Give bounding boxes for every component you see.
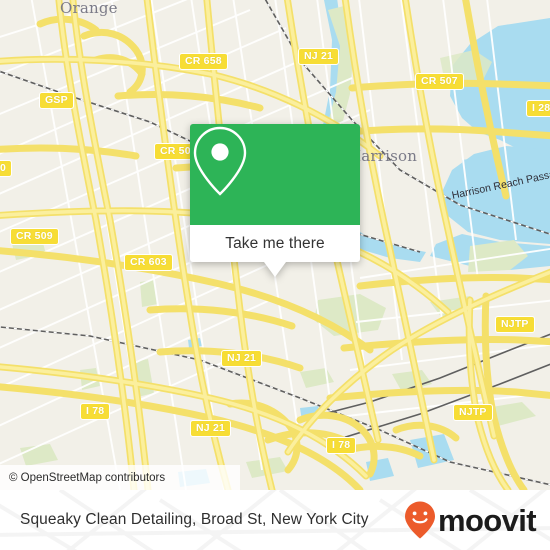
shield-cr-658[interactable]: CR 658: [179, 53, 228, 70]
shield-njtp-b[interactable]: NJTP: [453, 404, 493, 421]
moovit-wordmark: moovit: [437, 502, 537, 538]
footer-content: Squeaky Clean Detailing, Broad St, New Y…: [0, 490, 550, 550]
moovit-logo[interactable]: moovit: [403, 500, 537, 540]
shield-nj-21-c[interactable]: NJ 21: [190, 420, 232, 437]
shield-gsp[interactable]: GSP: [39, 92, 74, 109]
shield-cr-507[interactable]: CR 507: [415, 73, 464, 90]
location-popup[interactable]: Take me there: [190, 124, 360, 277]
moovit-map-screenshot: Orange Harrison Harrison Reach Passaic R…: [0, 0, 550, 550]
shield-nj-21-b[interactable]: NJ 21: [221, 350, 263, 367]
footer-bar: Squeaky Clean Detailing, Broad St, New Y…: [0, 490, 550, 550]
shield-cr-509[interactable]: CR 509: [10, 228, 59, 245]
shield-i-78-a[interactable]: I 78: [80, 403, 111, 420]
shield-nj-21-a[interactable]: NJ 21: [298, 48, 340, 65]
take-me-there-button[interactable]: Take me there: [190, 225, 360, 262]
popup-header: [190, 124, 360, 225]
map-canvas[interactable]: Orange Harrison Harrison Reach Passaic R…: [0, 0, 550, 490]
map-pin-icon: [193, 126, 247, 196]
shield-i-280[interactable]: I 28: [526, 100, 550, 117]
shield-njtp-a[interactable]: NJTP: [495, 316, 535, 333]
shield-cr-603[interactable]: CR 603: [124, 254, 173, 271]
place-title: Squeaky Clean Detailing, Broad St, New Y…: [20, 511, 369, 528]
shield-edge-west[interactable]: 0: [0, 160, 13, 177]
map-attribution[interactable]: © OpenStreetMap contributors: [0, 465, 240, 490]
shield-i-78-b[interactable]: I 78: [326, 437, 357, 454]
popup-tail: [264, 262, 286, 277]
moovit-smiley-pin-icon: [404, 501, 435, 539]
place-label-orange: Orange: [60, 0, 118, 17]
